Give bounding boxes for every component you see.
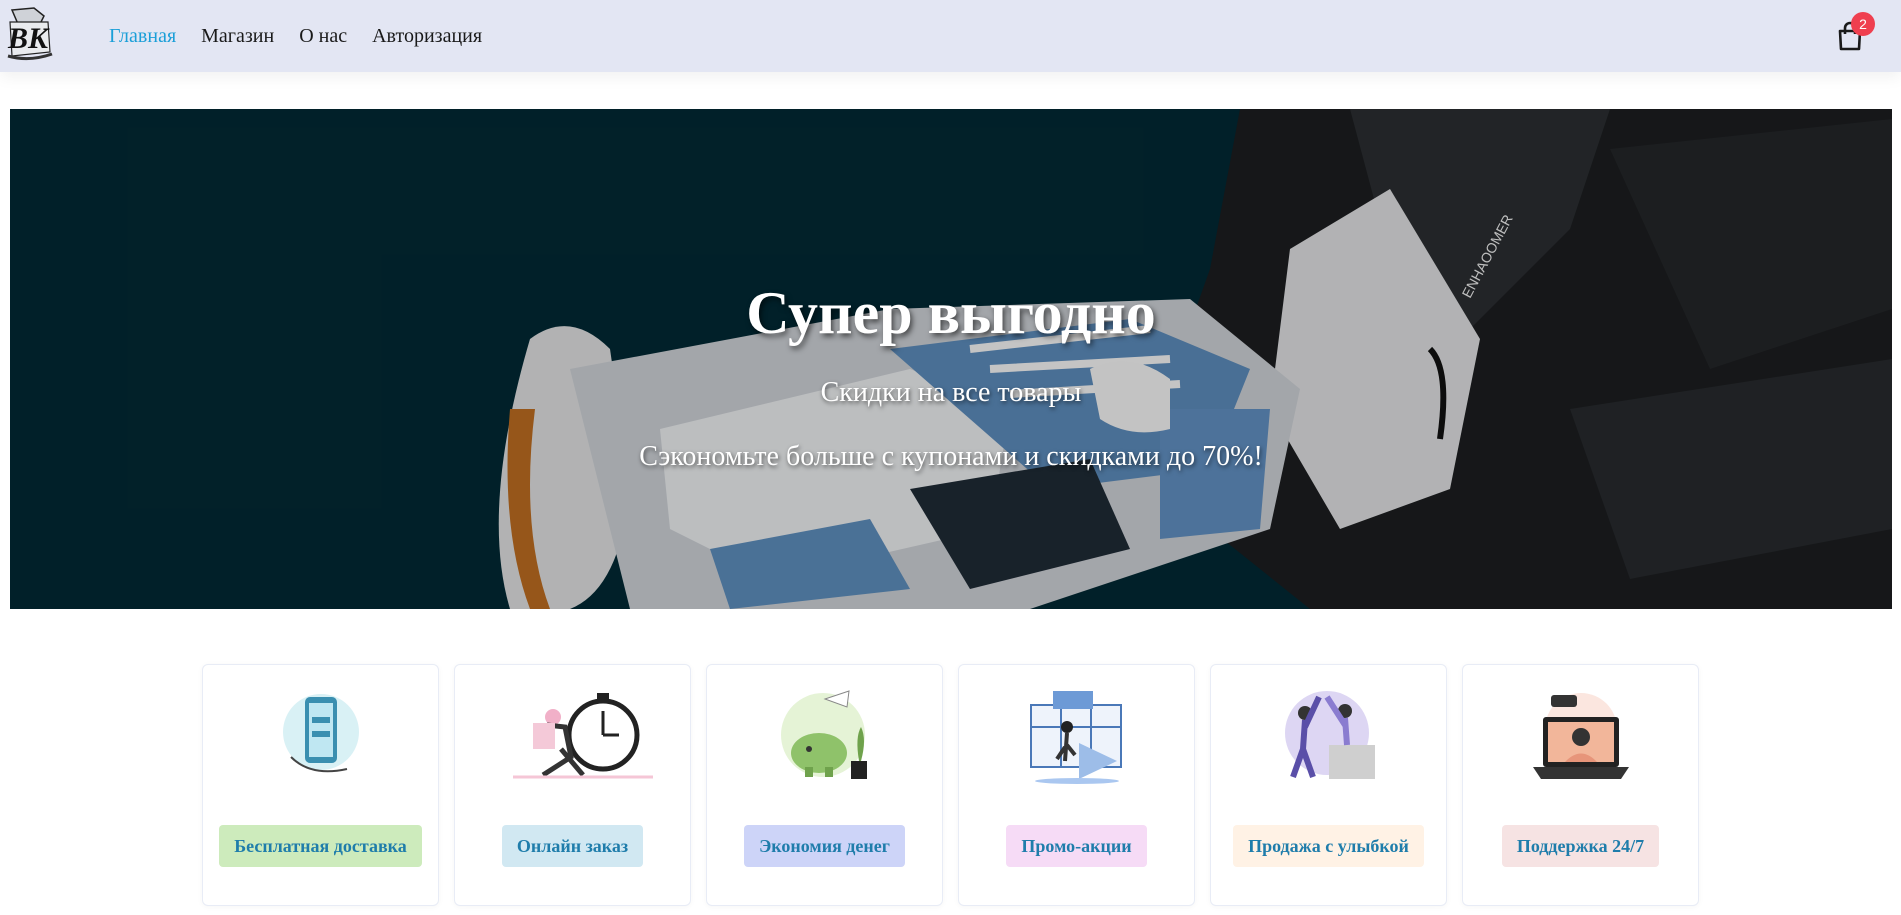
- feature-label-promotions: Промо-акции: [1006, 825, 1147, 867]
- support-laptop-illustration: [1533, 693, 1629, 779]
- hero-banner: ENHAOOMER Супер выгодно Скидки на все то…: [10, 109, 1892, 609]
- feature-label-free-delivery: Бесплатная доставка: [219, 825, 422, 867]
- logo-sneaker-icon[interactable]: BK: [4, 4, 54, 62]
- site-header: BK Главная Магазин О нас Авторизация 2: [0, 0, 1901, 72]
- nav-about[interactable]: О нас: [299, 25, 347, 48]
- feature-label-sell-with-smile: Продажа с улыбкой: [1233, 825, 1424, 867]
- hero-title: Супер выгодно: [746, 280, 1156, 346]
- feature-card-save-money[interactable]: Экономия денег: [706, 664, 943, 906]
- features-section: Бесплатная доставка Онлайн заказ Экономи…: [202, 664, 1702, 907]
- high-five-illustration: [1285, 691, 1375, 779]
- nav-login[interactable]: Авторизация: [372, 25, 482, 48]
- clock-runner-illustration: [513, 693, 653, 779]
- feature-label-support: Поддержка 24/7: [1501, 825, 1660, 867]
- feature-card-support[interactable]: Поддержка 24/7: [1462, 664, 1699, 906]
- svg-text:BK: BK: [7, 22, 50, 55]
- hero-text: Сэкономьте больше с купонами и скидками …: [639, 441, 1263, 472]
- nav-shop[interactable]: Магазин: [201, 25, 274, 48]
- hero-subtitle: Скидки на все товары: [820, 377, 1082, 408]
- cart-count-badge: 2: [1851, 12, 1875, 36]
- promo-illustration: [1030, 691, 1122, 784]
- phone-delivery-illustration: [283, 694, 359, 773]
- feature-card-free-delivery[interactable]: Бесплатная доставка: [202, 664, 439, 906]
- hero-overlay: [10, 109, 1892, 609]
- piggy-bank-illustration: [781, 690, 867, 779]
- feature-card-sell-with-smile[interactable]: Продажа с улыбкой: [1210, 664, 1447, 906]
- nav-home[interactable]: Главная: [109, 25, 176, 48]
- feature-label-online-order: Онлайн заказ: [501, 825, 644, 867]
- feature-card-online-order[interactable]: Онлайн заказ: [454, 664, 691, 906]
- feature-label-save-money: Экономия денег: [744, 825, 905, 867]
- main-nav: Главная Магазин О нас Авторизация: [109, 0, 507, 72]
- feature-card-promotions[interactable]: Промо-акции: [958, 664, 1195, 906]
